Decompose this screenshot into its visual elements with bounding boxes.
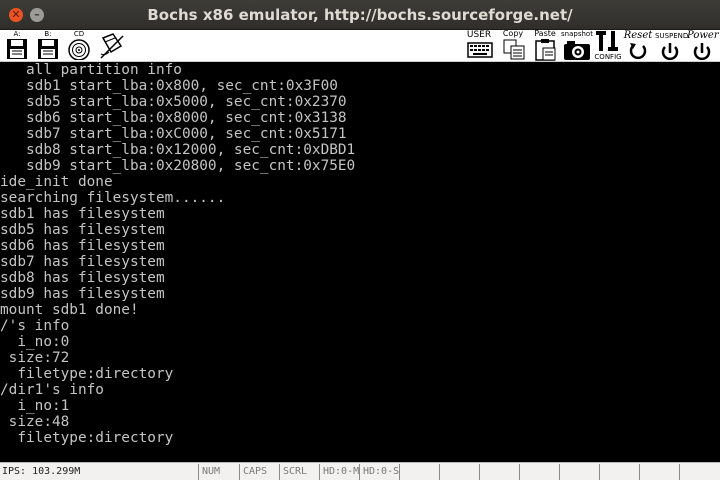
snapshot-button[interactable]: snapshot bbox=[561, 30, 593, 62]
ips-readout: IPS: 103.299M bbox=[2, 466, 81, 477]
console-line: size:48 bbox=[0, 414, 70, 430]
paste-button[interactable]: Paste bbox=[530, 30, 560, 62]
status-divider bbox=[639, 464, 640, 480]
reset-icon bbox=[629, 43, 647, 60]
console-line: sdb1 start_lba:0x800, sec_cnt:0x3F00 bbox=[0, 78, 338, 94]
num-lock-indicator: NUM bbox=[202, 466, 221, 477]
copy-label: Copy bbox=[502, 29, 524, 38]
status-divider bbox=[198, 464, 199, 480]
title-bar: ✕ – Bochs x86 emulator, http://bochs.sou… bbox=[0, 0, 720, 30]
copy-icon bbox=[503, 39, 525, 60]
suspend-label: SUSPEND bbox=[655, 32, 689, 40]
console-line: i_no:0 bbox=[0, 334, 70, 350]
paste-icon bbox=[535, 39, 556, 61]
floppy-b-button[interactable]: B: bbox=[33, 30, 63, 62]
copy-button[interactable]: Copy bbox=[498, 30, 528, 62]
scroll-lock-indicator: SCRL bbox=[283, 466, 308, 477]
config-icon bbox=[596, 31, 618, 51]
status-divider bbox=[599, 464, 600, 480]
mouse-capture-button[interactable] bbox=[96, 30, 126, 62]
status-divider bbox=[479, 464, 480, 480]
console-line: searching filesystem...... bbox=[0, 190, 226, 206]
console-line: mount sdb1 done! bbox=[0, 302, 139, 318]
console-line: /'s info bbox=[0, 318, 70, 334]
status-divider bbox=[679, 464, 680, 480]
user-button[interactable]: USER bbox=[464, 30, 494, 62]
reset-button[interactable]: Reset bbox=[623, 30, 653, 62]
console-line: sdb7 has filesystem bbox=[0, 254, 165, 270]
floppy-disk-icon bbox=[7, 39, 27, 59]
status-divider bbox=[359, 464, 360, 480]
cdrom-button[interactable]: CD bbox=[64, 30, 94, 62]
hd-master-indicator: HD:0-M bbox=[323, 466, 360, 477]
status-divider bbox=[439, 464, 440, 480]
camera-icon bbox=[564, 41, 590, 60]
console-line: filetype:directory bbox=[0, 366, 174, 382]
suspend-button[interactable]: SUSPEND bbox=[655, 30, 689, 62]
floppy-disk-icon bbox=[38, 39, 58, 59]
snapshot-label: snapshot bbox=[561, 30, 593, 38]
paste-label: Paste bbox=[534, 29, 556, 38]
status-divider bbox=[519, 464, 520, 480]
window-title: Bochs x86 emulator, http://bochs.sourcef… bbox=[147, 6, 573, 24]
console-line: sdb8 has filesystem bbox=[0, 270, 165, 286]
emulator-console[interactable]: all partition info sdb1 start_lba:0x800,… bbox=[0, 62, 720, 462]
floppy-b-label: B: bbox=[44, 30, 52, 38]
console-line: all partition info bbox=[0, 62, 182, 78]
hd-slave-indicator: HD:0-S bbox=[363, 466, 400, 477]
status-divider bbox=[559, 464, 560, 480]
cdrom-label: CD bbox=[73, 30, 85, 38]
status-divider bbox=[399, 464, 400, 480]
console-line: sdb9 start_lba:0x20800, sec_cnt:0x75E0 bbox=[0, 158, 356, 174]
console-line: sdb5 has filesystem bbox=[0, 222, 165, 238]
config-label: CONFIG bbox=[594, 53, 622, 61]
console-line: sdb7 start_lba:0xC000, sec_cnt:0x5171 bbox=[0, 126, 347, 142]
power-button[interactable]: Power bbox=[687, 30, 719, 62]
mouse-icon bbox=[100, 33, 124, 59]
toolbar: A: B: CD USER Copy Paste snapshot CONFIG… bbox=[0, 30, 720, 62]
status-bar: IPS: 103.299M NUM CAPS SCRL HD:0-M HD:0-… bbox=[0, 462, 720, 480]
console-line: size:72 bbox=[0, 350, 70, 366]
console-line: sdb6 start_lba:0x8000, sec_cnt:0x3138 bbox=[0, 110, 347, 126]
console-line: ide_init done bbox=[0, 174, 113, 190]
console-line: i_no:1 bbox=[0, 398, 70, 414]
status-divider bbox=[319, 464, 320, 480]
console-line: sdb5 start_lba:0x5000, sec_cnt:0x2370 bbox=[0, 94, 347, 110]
user-label: USER bbox=[466, 30, 492, 40]
floppy-a-button[interactable]: A: bbox=[2, 30, 32, 62]
console-line: /dir1's info bbox=[0, 382, 104, 398]
status-divider bbox=[279, 464, 280, 480]
console-line: sdb8 start_lba:0x12000, sec_cnt:0xDBD1 bbox=[0, 142, 356, 158]
console-line: sdb9 has filesystem bbox=[0, 286, 165, 302]
console-line: sdb1 has filesystem bbox=[0, 206, 165, 222]
console-line: sdb6 has filesystem bbox=[0, 238, 165, 254]
keyboard-icon bbox=[467, 42, 493, 58]
floppy-a-label: A: bbox=[13, 30, 21, 38]
status-divider bbox=[239, 464, 240, 480]
config-button[interactable]: CONFIG bbox=[593, 30, 623, 62]
suspend-icon bbox=[661, 43, 679, 61]
cdrom-icon bbox=[68, 39, 90, 60]
console-line: filetype:directory bbox=[0, 430, 174, 446]
caps-lock-indicator: CAPS bbox=[243, 466, 268, 477]
power-icon bbox=[693, 43, 711, 61]
